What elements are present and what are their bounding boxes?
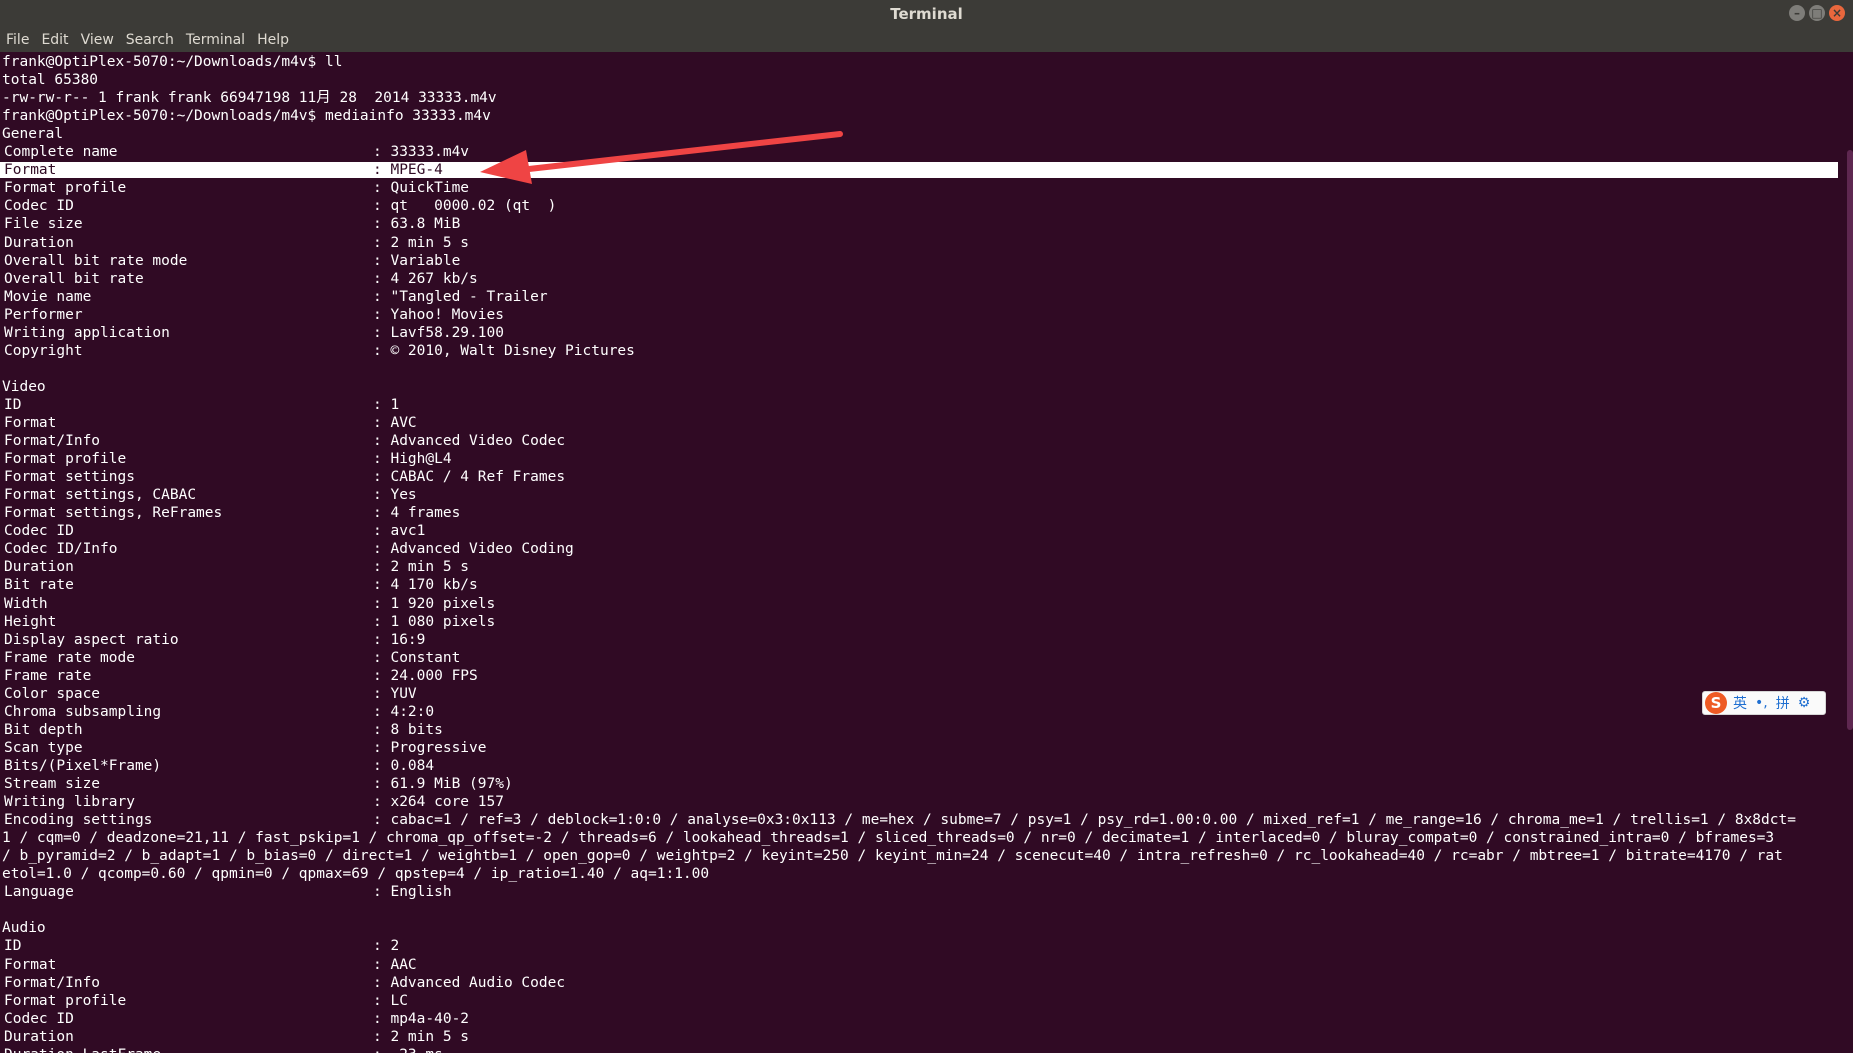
ime-settings-gear-icon[interactable]: ⚙	[1798, 695, 1811, 711]
annotation-arrow-icon	[480, 131, 843, 184]
ime-punctuation[interactable]: •,	[1755, 695, 1768, 711]
terminal-scrollbar[interactable]	[1847, 150, 1853, 730]
ime-mode[interactable]: 英	[1733, 693, 1747, 713]
ime-toolbar[interactable]: S 英 •, 拼 ⚙	[1702, 691, 1826, 715]
sogou-logo-icon: S	[1705, 692, 1727, 714]
ime-pinyin[interactable]: 拼	[1776, 693, 1790, 713]
